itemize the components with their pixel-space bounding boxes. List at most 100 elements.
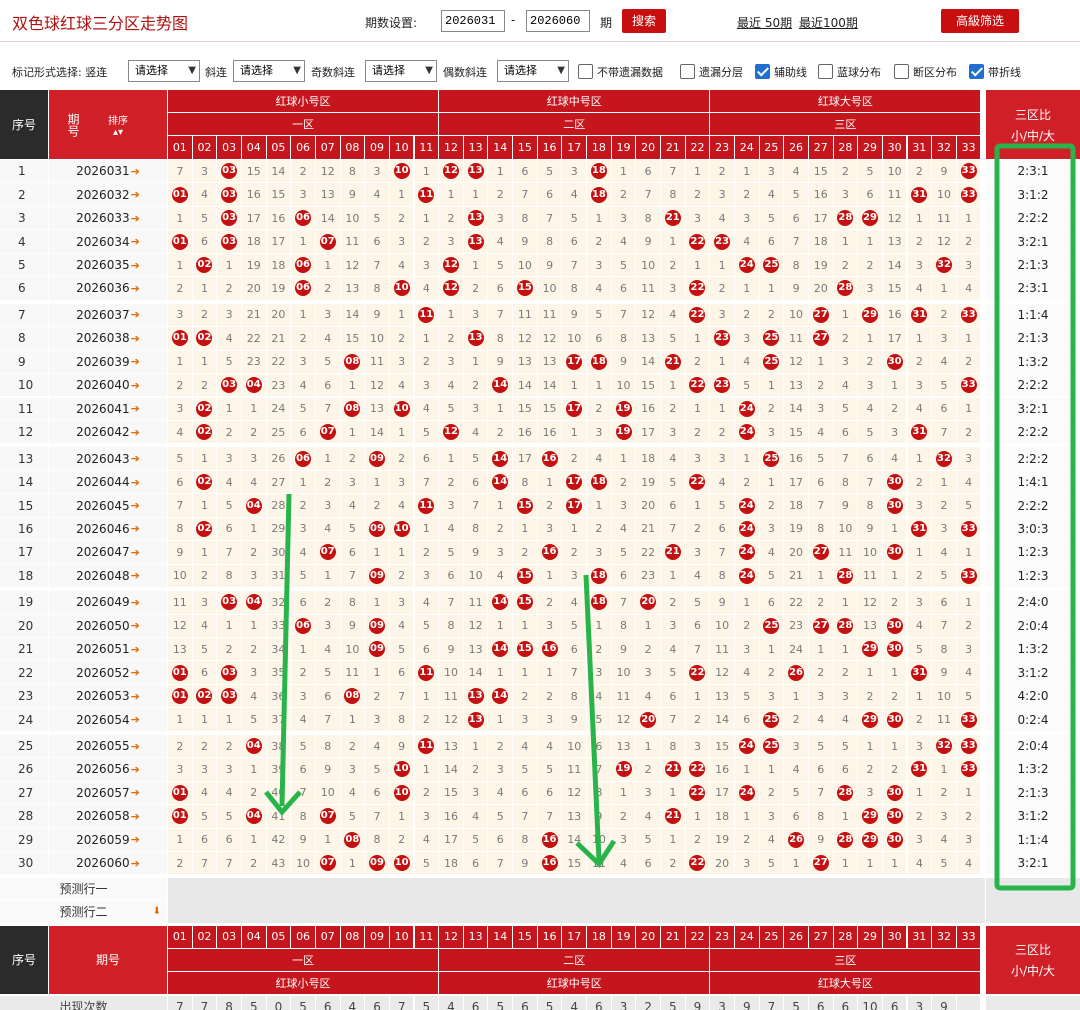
advanced-filter-button[interactable]: 高級筛选 bbox=[941, 9, 1019, 33]
checkbox-0[interactable] bbox=[578, 64, 593, 79]
miss-count: 2 bbox=[891, 762, 899, 776]
checkbox-1[interactable] bbox=[680, 64, 695, 79]
predict-area[interactable] bbox=[168, 877, 985, 923]
search-button[interactable]: 搜索 bbox=[622, 9, 666, 33]
trend-cell: 2 bbox=[759, 494, 784, 517]
row-ratio: 2:2:2 bbox=[986, 206, 1080, 230]
miss-count: 6 bbox=[521, 164, 529, 178]
trend-cell: 10 bbox=[389, 758, 414, 781]
trend-cell: 27 bbox=[808, 852, 833, 875]
diagonal-select[interactable]: 请选择 ▼ bbox=[233, 60, 305, 82]
checkbox-4[interactable] bbox=[894, 64, 909, 79]
trend-cell: 14 bbox=[784, 397, 808, 420]
red-ball: 04 bbox=[245, 377, 262, 394]
trend-cell: 15 bbox=[537, 397, 562, 420]
trend-cell: 4 bbox=[808, 708, 833, 731]
miss-count: 11 bbox=[172, 595, 187, 609]
trend-cell: 10 bbox=[587, 828, 611, 852]
trend-cell: 01 bbox=[168, 327, 192, 350]
miss-count: 6 bbox=[447, 569, 455, 583]
miss-count: 6 bbox=[496, 833, 504, 847]
start-period-input[interactable]: 2026031 bbox=[441, 10, 505, 32]
trend-cell: 3 bbox=[315, 614, 340, 637]
trend-cell: 21 bbox=[266, 327, 291, 350]
trend-cell: 3 bbox=[956, 638, 981, 661]
checkbox-5[interactable] bbox=[969, 64, 984, 79]
miss-count: 3 bbox=[718, 308, 726, 322]
miss-count: 4 bbox=[841, 378, 849, 392]
row-ratio: 2:2:2 bbox=[986, 447, 1080, 470]
miss-count: 3 bbox=[718, 188, 726, 202]
number-header-8: 08 bbox=[340, 136, 365, 159]
miss-count: 7 bbox=[669, 713, 677, 727]
odd-diagonal-select-value: 请选择 bbox=[372, 64, 405, 77]
trend-cell: 12 bbox=[439, 253, 463, 277]
miss-count: 3 bbox=[200, 164, 208, 178]
miss-count: 19 bbox=[813, 258, 828, 272]
trend-cell: 3 bbox=[587, 420, 611, 444]
trend-cell: 3 bbox=[537, 614, 562, 637]
sort-button[interactable]: 排序 ▴▾ bbox=[108, 112, 128, 138]
trend-cell: 9 bbox=[439, 638, 463, 661]
red-ball: 32 bbox=[935, 257, 952, 274]
odd-diagonal-select[interactable]: 请选择 ▼ bbox=[365, 60, 437, 82]
row-index: 10 bbox=[0, 374, 48, 397]
miss-count: 2 bbox=[891, 402, 899, 416]
checkbox-2[interactable] bbox=[755, 64, 770, 79]
red-ball: 20 bbox=[640, 594, 657, 611]
trend-cell: 1 bbox=[784, 852, 808, 875]
checkbox-3[interactable] bbox=[818, 64, 833, 79]
miss-count: 25 bbox=[271, 425, 286, 439]
trend-cell: 14 bbox=[537, 374, 562, 397]
trend-cell: 9 bbox=[858, 517, 882, 541]
miss-count: 35 bbox=[271, 666, 286, 680]
arrow-right-icon: ➔ bbox=[130, 211, 140, 225]
trend-cell: 1 bbox=[759, 758, 784, 781]
trend-cell: 1 bbox=[217, 614, 241, 637]
miss-count: 3 bbox=[250, 666, 258, 680]
row-issue: 2026052 ➔ bbox=[49, 661, 167, 684]
miss-count: 1 bbox=[176, 355, 184, 369]
row-issue: 2026057 ➔ bbox=[49, 781, 167, 805]
even-diagonal-select[interactable]: 请选择 ▼ bbox=[497, 60, 569, 82]
trend-cell: 3 bbox=[241, 447, 266, 470]
miss-count: 1 bbox=[841, 809, 849, 823]
red-ball: 06 bbox=[295, 280, 312, 297]
end-period-input[interactable]: 2026060 bbox=[526, 10, 590, 32]
footer-number-header-10: 10 bbox=[389, 925, 414, 948]
miss-count: 2 bbox=[595, 235, 603, 249]
trend-cell: 9 bbox=[513, 852, 537, 875]
miss-count: 3 bbox=[693, 211, 701, 225]
trend-cell: 16 bbox=[537, 420, 562, 444]
diagonal-label: 斜连 bbox=[205, 66, 227, 79]
number-header-4: 04 bbox=[241, 136, 266, 159]
row-issue: 2026045 ➔ bbox=[49, 494, 167, 517]
miss-count: 19 bbox=[641, 475, 656, 489]
miss-count: 4 bbox=[767, 833, 775, 847]
miss-count: 4 bbox=[200, 188, 208, 202]
trend-cell: 7 bbox=[168, 160, 192, 183]
miss-count: 3 bbox=[299, 188, 307, 202]
miss-count: 1 bbox=[743, 595, 751, 609]
trend-cell: 8 bbox=[661, 183, 685, 206]
trend-cell: 3 bbox=[168, 758, 192, 781]
trend-cell: 2 bbox=[217, 734, 241, 758]
sort-arrows-icon: ▴▾ bbox=[112, 126, 124, 138]
count-cell: 6 bbox=[315, 995, 340, 1010]
trend-cell: 1 bbox=[956, 397, 981, 420]
recent-100-link[interactable]: 最近100期 bbox=[799, 14, 858, 31]
trend-cell: 3 bbox=[217, 758, 241, 781]
miss-count: 9 bbox=[348, 619, 356, 633]
row-issue: 2026041 ➔ bbox=[49, 397, 167, 420]
red-ball: 02 bbox=[196, 520, 213, 537]
recent-50-link[interactable]: 最近 50期 bbox=[737, 14, 792, 31]
miss-count: 5 bbox=[743, 689, 751, 703]
trend-cell: 18 bbox=[808, 230, 833, 253]
trend-cell: 5 bbox=[192, 206, 217, 230]
vertical-select[interactable]: 请选择 ▼ bbox=[128, 60, 200, 82]
red-ball: 29 bbox=[862, 808, 878, 825]
miss-count: 13 bbox=[320, 188, 335, 202]
trend-cell: 07 bbox=[315, 541, 340, 564]
miss-count: 4 bbox=[620, 235, 627, 249]
miss-count: 1 bbox=[595, 619, 603, 633]
